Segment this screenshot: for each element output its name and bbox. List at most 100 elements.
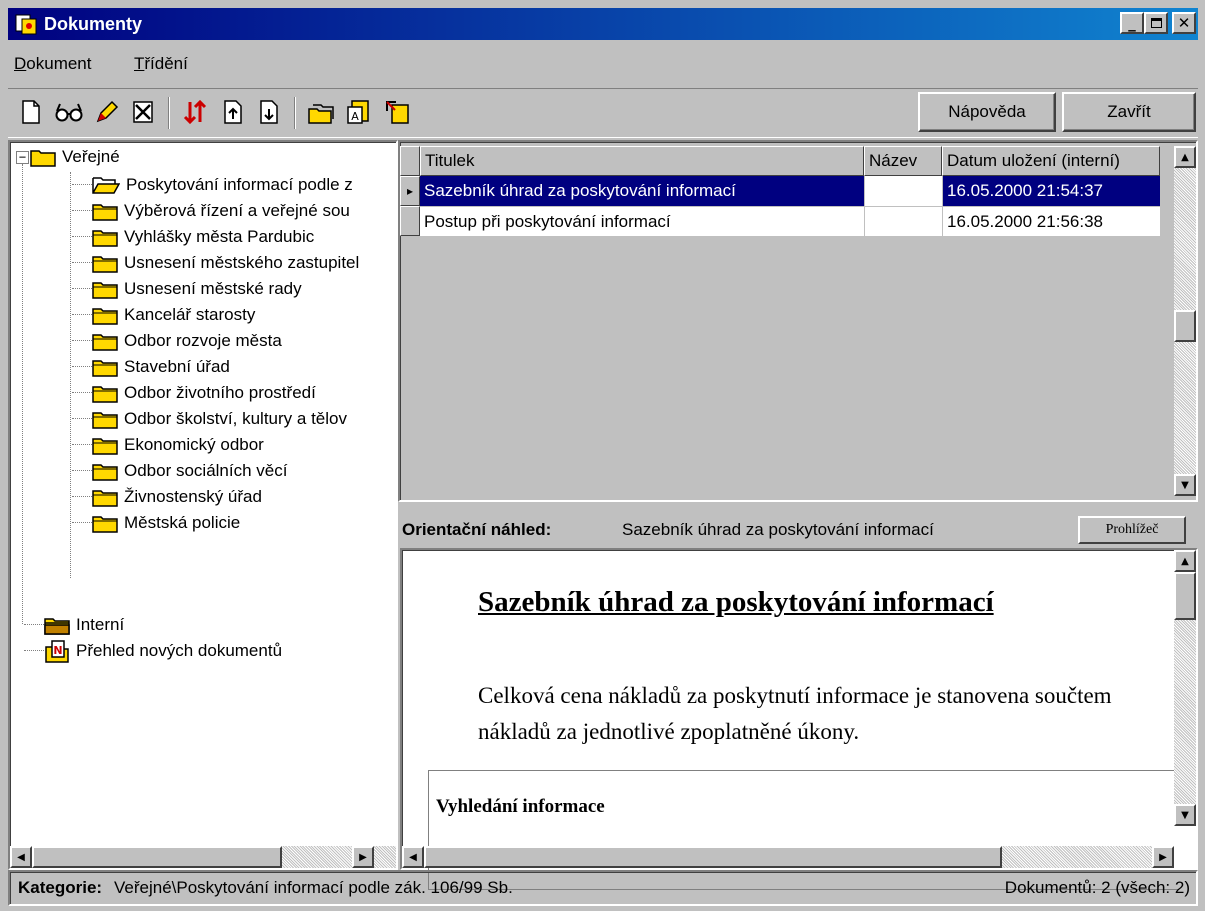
scroll-thumb[interactable] [32,846,282,868]
minimize-button[interactable]: _ [1120,12,1144,34]
move-up-button[interactable] [218,97,248,127]
collapse-toggle[interactable]: − [16,151,29,164]
arrow-left-icon: ◀ [17,851,25,863]
row-indicator[interactable] [400,206,420,236]
close-button[interactable]: Zavřít [1062,92,1196,132]
preview-doc-title: Sazebník úhrad za poskytování informací [478,586,994,618]
sort-button[interactable] [180,97,210,127]
minimize-icon: _ [1128,13,1136,32]
scroll-right-button[interactable]: ▶ [352,846,374,868]
tree-node-label: Odbor školství, kultury a tělov [124,409,347,428]
tree-node-category[interactable]: Odbor životního prostředí [92,380,316,406]
row-indicator-current[interactable]: ▸ [400,176,420,206]
cell-datum[interactable]: 16.05.2000 21:54:37 [942,176,1160,206]
tree-node-category[interactable]: Stavební úřad [92,354,230,380]
grid-corner [400,146,420,176]
move-down-button[interactable] [254,97,284,127]
toolbar-separator [168,97,170,129]
tree-line [24,650,44,651]
preview-vertical-scrollbar[interactable]: ▲ ▼ [1174,550,1196,826]
folder-icon [92,490,118,507]
scroll-left-button[interactable]: ◀ [402,846,424,868]
folder-icon [92,204,118,221]
arrow-right-icon: ▶ [1159,851,1167,863]
tree-node-category[interactable]: Kancelář starosty [92,302,255,328]
category-tree[interactable]: − Veřejné Poskytování informací podle z V… [8,140,398,870]
import-button[interactable] [382,97,412,127]
cell-titulek[interactable]: Postup při poskytování informací [420,206,864,236]
tree-node-category[interactable]: Odbor rozvoje města [92,328,282,354]
folder-icon [92,230,118,247]
scroll-thumb[interactable] [1174,310,1196,342]
tree-node-category[interactable]: Městská policie [92,510,240,536]
delete-button[interactable] [128,97,158,127]
scroll-up-button[interactable]: ▲ [1174,550,1196,572]
help-button[interactable]: Nápověda [918,92,1056,132]
document-grid[interactable]: Titulek Název Datum uložení (interní) ▸ … [398,140,1198,502]
tree-node-label: Usnesení městského zastupitel [124,253,360,272]
new-document-button[interactable] [16,97,46,127]
menu-trideni[interactable]: Třídění [134,54,188,74]
tree-node-category[interactable]: Vyhlášky města Pardubic [92,224,314,250]
arrow-down-icon: ▼ [1181,809,1189,821]
preview-horizontal-scrollbar[interactable]: ◀ ▶ [402,846,1174,868]
title-bar[interactable]: Dokumenty _ ✕ [8,8,1198,40]
edit-button[interactable] [92,97,122,127]
column-header-datum[interactable]: Datum uložení (interní) [942,146,1160,176]
menu-dokument[interactable]: Dokument [14,54,91,74]
sort-icon [183,99,207,125]
tree-node-label: Městská policie [124,513,241,532]
column-header-titulek[interactable]: Titulek [420,146,864,176]
tree-horizontal-scrollbar[interactable]: ◀ ▶ [10,846,396,868]
tree-node-category[interactable]: Živnostenský úřad [92,484,262,510]
cell-nazev[interactable] [864,206,942,236]
cell-nazev[interactable] [864,176,942,206]
scroll-down-button[interactable]: ▼ [1174,474,1196,496]
scroll-down-button[interactable]: ▼ [1174,804,1196,826]
tree-node-category[interactable]: Výběrová řízení a veřejné sou [92,198,350,224]
scroll-right-button[interactable]: ▶ [1152,846,1174,868]
tree-node-category[interactable]: Poskytování informací podle z [92,172,353,198]
preview-paragraph: Celková cena nákladů za poskytnutí infor… [478,683,1112,744]
folder-icon [92,360,118,377]
maximize-button[interactable] [1144,12,1168,34]
export-button[interactable]: A [344,97,374,127]
status-bar: Kategorie: Veřejné\Poskytování informací… [8,870,1198,906]
document-preview[interactable]: Sazebník úhrad za poskytování informací … [400,548,1198,890]
folders-button[interactable] [306,97,336,127]
folder-icon [92,334,118,351]
tree-node-new-documents[interactable]: N Přehled nových dokumentů [44,638,282,664]
tree-line [24,624,44,625]
tree-node-category[interactable]: Odbor školství, kultury a tělov [92,406,347,432]
tree-node-label: Ekonomický odbor [124,435,264,454]
folder-open-icon [30,150,56,167]
window-title: Dokumenty [44,14,143,34]
tree-node-category[interactable]: Usnesení městské rady [92,276,302,302]
tree-node-verejne[interactable]: Veřejné [30,144,120,170]
scroll-left-button[interactable]: ◀ [10,846,32,868]
delete-icon [133,101,153,123]
scroll-thumb[interactable] [1174,572,1196,620]
scroll-up-button[interactable]: ▲ [1174,146,1196,168]
tree-line [72,496,92,497]
close-window-button[interactable]: ✕ [1172,12,1196,34]
scroll-thumb[interactable] [424,846,1002,868]
tree-node-category[interactable]: Ekonomický odbor [92,432,264,458]
tree-node-label: Veřejné [62,147,120,166]
status-category-label: Kategorie: [18,878,103,897]
preview-subheading: Vyhledání informace [436,796,605,817]
column-header-nazev[interactable]: Název [864,146,942,176]
tree-node-interni[interactable]: Interní [44,612,124,638]
cell-titulek[interactable]: Sazebník úhrad za poskytování informací [420,176,864,206]
grid-vertical-scrollbar[interactable]: ▲ ▼ [1174,146,1196,496]
cell-datum[interactable]: 16.05.2000 21:56:38 [942,206,1160,236]
tree-line [72,392,92,393]
menu-accel: D [14,54,27,73]
tree-node-category[interactable]: Usnesení městského zastupitel [92,250,359,276]
move-up-icon [224,100,242,124]
new-documents-icon: N [45,640,69,663]
view-button[interactable] [54,97,84,127]
viewer-button[interactable]: Prohlížeč [1078,516,1186,544]
tree-node-category[interactable]: Odbor sociálních věcí [92,458,287,484]
tree-node-label: Živnostenský úřad [124,487,262,506]
